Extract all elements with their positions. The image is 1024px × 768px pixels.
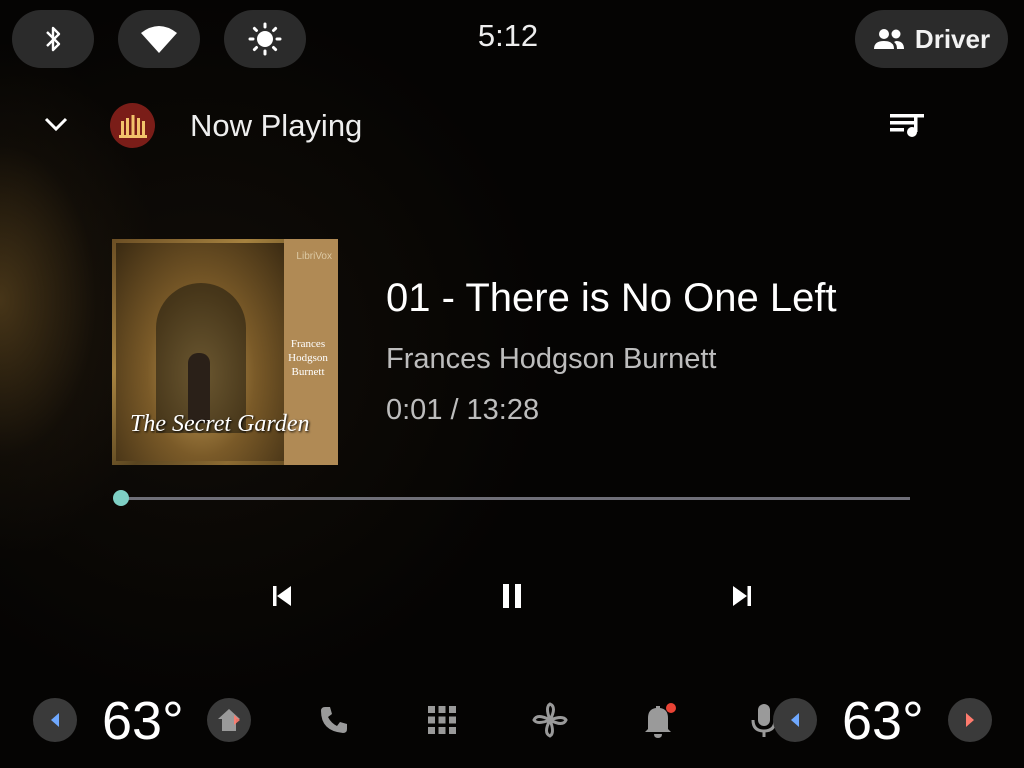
apps-grid-icon — [428, 706, 456, 734]
previous-button[interactable] — [262, 578, 302, 614]
queue-button[interactable] — [886, 108, 928, 142]
track-time: 0:01/13:28 — [386, 394, 539, 427]
next-button[interactable] — [722, 578, 762, 614]
seek-bar[interactable] — [112, 490, 910, 506]
arrow-left-icon — [791, 713, 799, 727]
media-screen: 5:12 Driver Now Playing LibriVox Frances… — [0, 0, 1024, 768]
phone-button[interactable] — [312, 698, 356, 742]
page-title: Now Playing — [190, 108, 363, 143]
arrow-right-icon — [966, 713, 974, 727]
right-temperature[interactable]: 63° — [842, 690, 924, 752]
track-artist: Frances Hodgson Burnett — [386, 343, 717, 375]
profile-button[interactable]: Driver — [855, 10, 1008, 68]
left-temp-decrease-button[interactable] — [33, 698, 77, 742]
pause-button[interactable] — [492, 578, 532, 614]
notification-dot — [666, 703, 676, 713]
home-button[interactable] — [207, 698, 251, 742]
arrow-left-icon — [51, 713, 59, 727]
right-temp-increase-button[interactable] — [948, 698, 992, 742]
collapse-button[interactable] — [38, 110, 74, 140]
album-art-title: The Secret Garden — [130, 411, 310, 437]
audiobook-app-icon — [110, 103, 155, 148]
time-separator: / — [450, 394, 459, 426]
fan-icon — [532, 702, 568, 738]
album-art: LibriVox Frances Hodgson Burnett The Sec… — [112, 239, 338, 465]
skip-previous-icon — [273, 586, 291, 606]
apps-button[interactable] — [420, 698, 464, 742]
people-icon — [873, 29, 904, 49]
seek-bar-thumb[interactable] — [112, 490, 129, 506]
phone-icon — [321, 707, 347, 733]
hvac-button[interactable] — [528, 698, 572, 742]
home-icon — [218, 709, 240, 731]
right-temp-decrease-button[interactable] — [773, 698, 817, 742]
album-art-brand: LibriVox — [296, 251, 332, 262]
notifications-button[interactable] — [636, 698, 680, 742]
queue-music-icon — [890, 114, 924, 137]
notification-bell-icon — [645, 703, 676, 738]
album-art-author: Frances Hodgson Burnett — [288, 338, 328, 378]
total-duration: 13:28 — [466, 394, 540, 426]
left-temperature[interactable]: 63° — [102, 690, 184, 752]
chevron-down-icon — [44, 117, 68, 132]
skip-next-icon — [733, 586, 751, 606]
track-title: 01 - There is No One Left — [386, 276, 837, 320]
profile-label: Driver — [914, 23, 991, 54]
elapsed-time: 0:01 — [386, 394, 443, 426]
pause-icon — [503, 584, 521, 608]
